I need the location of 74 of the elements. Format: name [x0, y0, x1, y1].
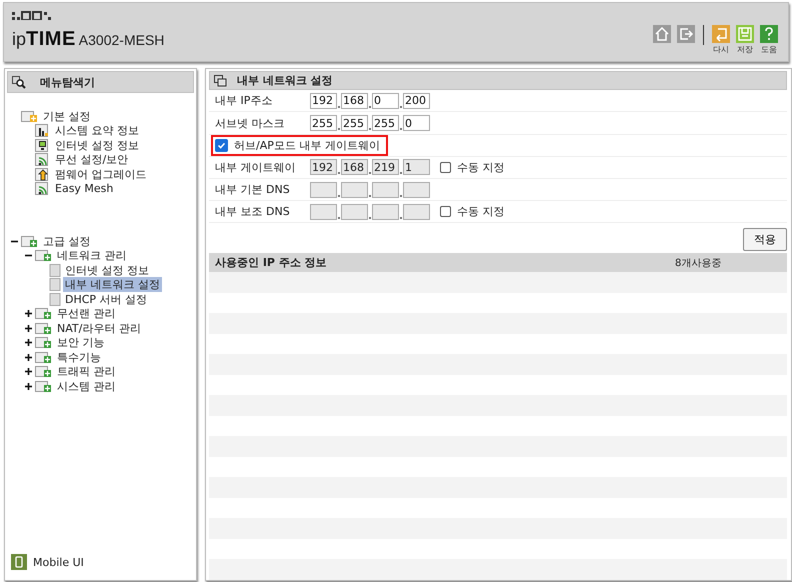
tree-item[interactable]: 인터넷 설정 정보: [53, 138, 141, 153]
ip-octet-field[interactable]: 255: [372, 115, 399, 132]
apply-button[interactable]: 적용: [743, 228, 787, 252]
sidebar-title: 메뉴탐색기: [40, 74, 95, 90]
tree-item[interactable]: 네트워크 관리: [55, 248, 128, 264]
tree-item[interactable]: Easy Mesh: [53, 182, 116, 196]
windows-icon: [214, 74, 227, 87]
folder-icon: [35, 307, 53, 320]
logo-text: ip: [12, 29, 26, 50]
table-title: 사용중인 IP 주소 정보: [215, 255, 328, 270]
tree-item[interactable]: 트래픽 관리: [55, 364, 118, 380]
plus-icon[interactable]: [25, 310, 32, 318]
tree-item[interactable]: 인터넷 설정 정보: [63, 262, 151, 278]
field-label: 내부 보조 DNS: [215, 204, 291, 220]
checkbox-label: 수동 지정: [457, 160, 504, 175]
tree-item[interactable]: 무선 설정/보안: [53, 152, 130, 168]
tree-item[interactable]: 내부 네트워크 설정: [63, 277, 162, 292]
logout-button[interactable]: [677, 25, 695, 43]
home-button[interactable]: [653, 25, 671, 43]
tree-item[interactable]: 기본 설정: [41, 108, 92, 124]
plus-icon[interactable]: [25, 368, 32, 376]
mobile-ui-link[interactable]: Mobile UI: [33, 556, 84, 568]
folder-icon: [35, 322, 53, 335]
ip-octet-field[interactable]: 0: [372, 92, 399, 109]
folder-icon: [35, 350, 53, 364]
ip-octet-field[interactable]: 0: [403, 115, 430, 132]
tree-item[interactable]: DHCP 서버 설정: [63, 292, 150, 307]
plus-icon[interactable]: [25, 324, 32, 332]
checkbox-label: 허브/AP모드 내부 게이트웨이: [234, 138, 380, 153]
checkbox[interactable]: [215, 138, 228, 152]
plus-icon[interactable]: [25, 382, 32, 390]
model-name: A3002-MESH: [78, 32, 164, 48]
bar-chart-icon: [35, 124, 51, 138]
panel-title: 내부 네트워크 설정: [237, 73, 333, 88]
tree-item[interactable]: 특수기능: [55, 350, 103, 365]
ip-octet-field[interactable]: 192: [310, 92, 337, 109]
folder-icon: [35, 336, 53, 350]
tree-item[interactable]: NAT/라우터 관리: [55, 320, 143, 336]
folder-icon: [21, 234, 39, 248]
wifi-icon: [35, 153, 51, 166]
phone-icon: [11, 554, 27, 570]
ip-octet-field[interactable]: 255: [341, 115, 368, 132]
checkbox-label: 수동 지정: [457, 204, 504, 220]
tree-item[interactable]: 고급 설정: [41, 234, 92, 249]
folder-icon: [35, 365, 53, 378]
field-label: 내부 게이트웨이: [215, 160, 296, 175]
logo-dots-drawing: [12, 11, 54, 20]
folder-icon: [21, 110, 39, 123]
field-label: 내부 기본 DNS: [215, 182, 291, 198]
ip-octet-field[interactable]: 200: [403, 92, 430, 109]
logo-text: TIME: [26, 28, 76, 51]
tree-item[interactable]: 펌웨어 업그레이드: [53, 166, 148, 182]
monitor-icon: [35, 138, 51, 152]
field-label: 서브넷 마스크: [215, 116, 286, 131]
search-icon: [12, 76, 26, 88]
page-icon: [49, 278, 61, 292]
page-icon: [49, 264, 61, 277]
plus-icon[interactable]: [25, 354, 32, 361]
tree-item[interactable]: 시스템 요약 정보: [53, 123, 141, 138]
page-icon: [49, 292, 61, 306]
wifi-icon: [35, 182, 51, 196]
tree-item[interactable]: 보안 기능: [55, 335, 106, 350]
folder-icon: [35, 249, 53, 262]
ip-octet-field[interactable]: 168: [341, 92, 368, 109]
field-label: 내부 IP주소: [215, 93, 274, 108]
minus-icon[interactable]: [11, 238, 18, 245]
tree-item[interactable]: 시스템 관리: [55, 378, 118, 394]
minus-icon[interactable]: [25, 252, 32, 260]
folder-icon: [35, 380, 53, 393]
upgrade-icon: [35, 168, 51, 181]
plus-icon[interactable]: [25, 339, 32, 346]
usage-count: 8개사용중: [675, 256, 722, 270]
tree-item[interactable]: 무선랜 관리: [55, 306, 118, 322]
ip-octet-field[interactable]: 255: [310, 115, 337, 132]
